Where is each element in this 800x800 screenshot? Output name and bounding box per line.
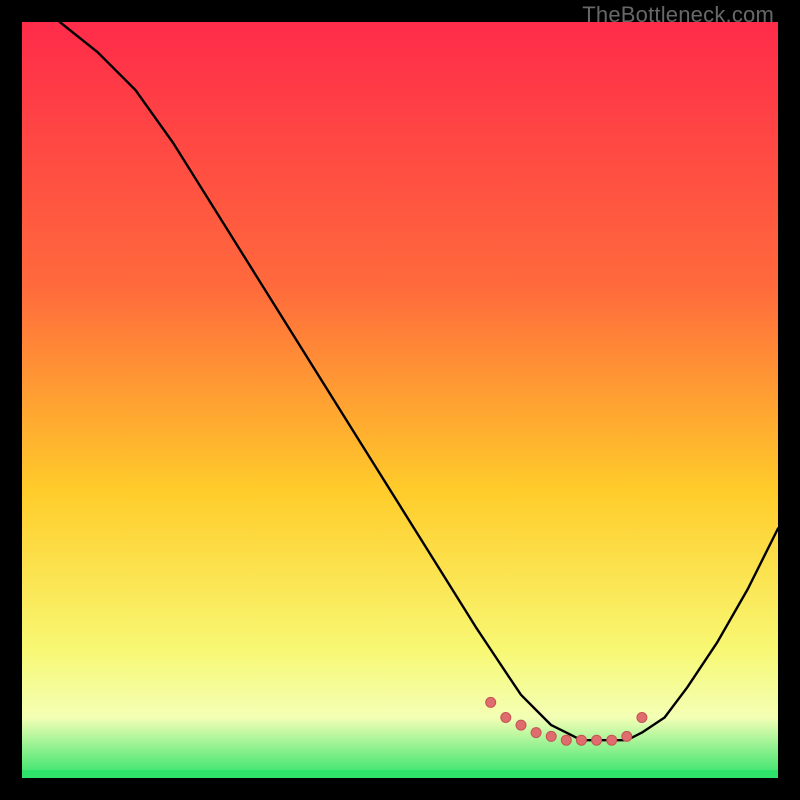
valley-marker [546, 731, 556, 741]
valley-marker [637, 713, 647, 723]
valley-marker [561, 735, 571, 745]
watermark-text: TheBottleneck.com [582, 2, 774, 28]
green-strip [22, 770, 778, 778]
valley-marker [592, 735, 602, 745]
valley-marker [501, 713, 511, 723]
valley-marker [531, 728, 541, 738]
valley-marker [576, 735, 586, 745]
chart-frame [22, 22, 778, 778]
valley-marker [486, 697, 496, 707]
valley-marker [622, 731, 632, 741]
valley-marker [607, 735, 617, 745]
gradient-background [22, 22, 778, 778]
valley-marker [516, 720, 526, 730]
bottleneck-chart [22, 22, 778, 778]
